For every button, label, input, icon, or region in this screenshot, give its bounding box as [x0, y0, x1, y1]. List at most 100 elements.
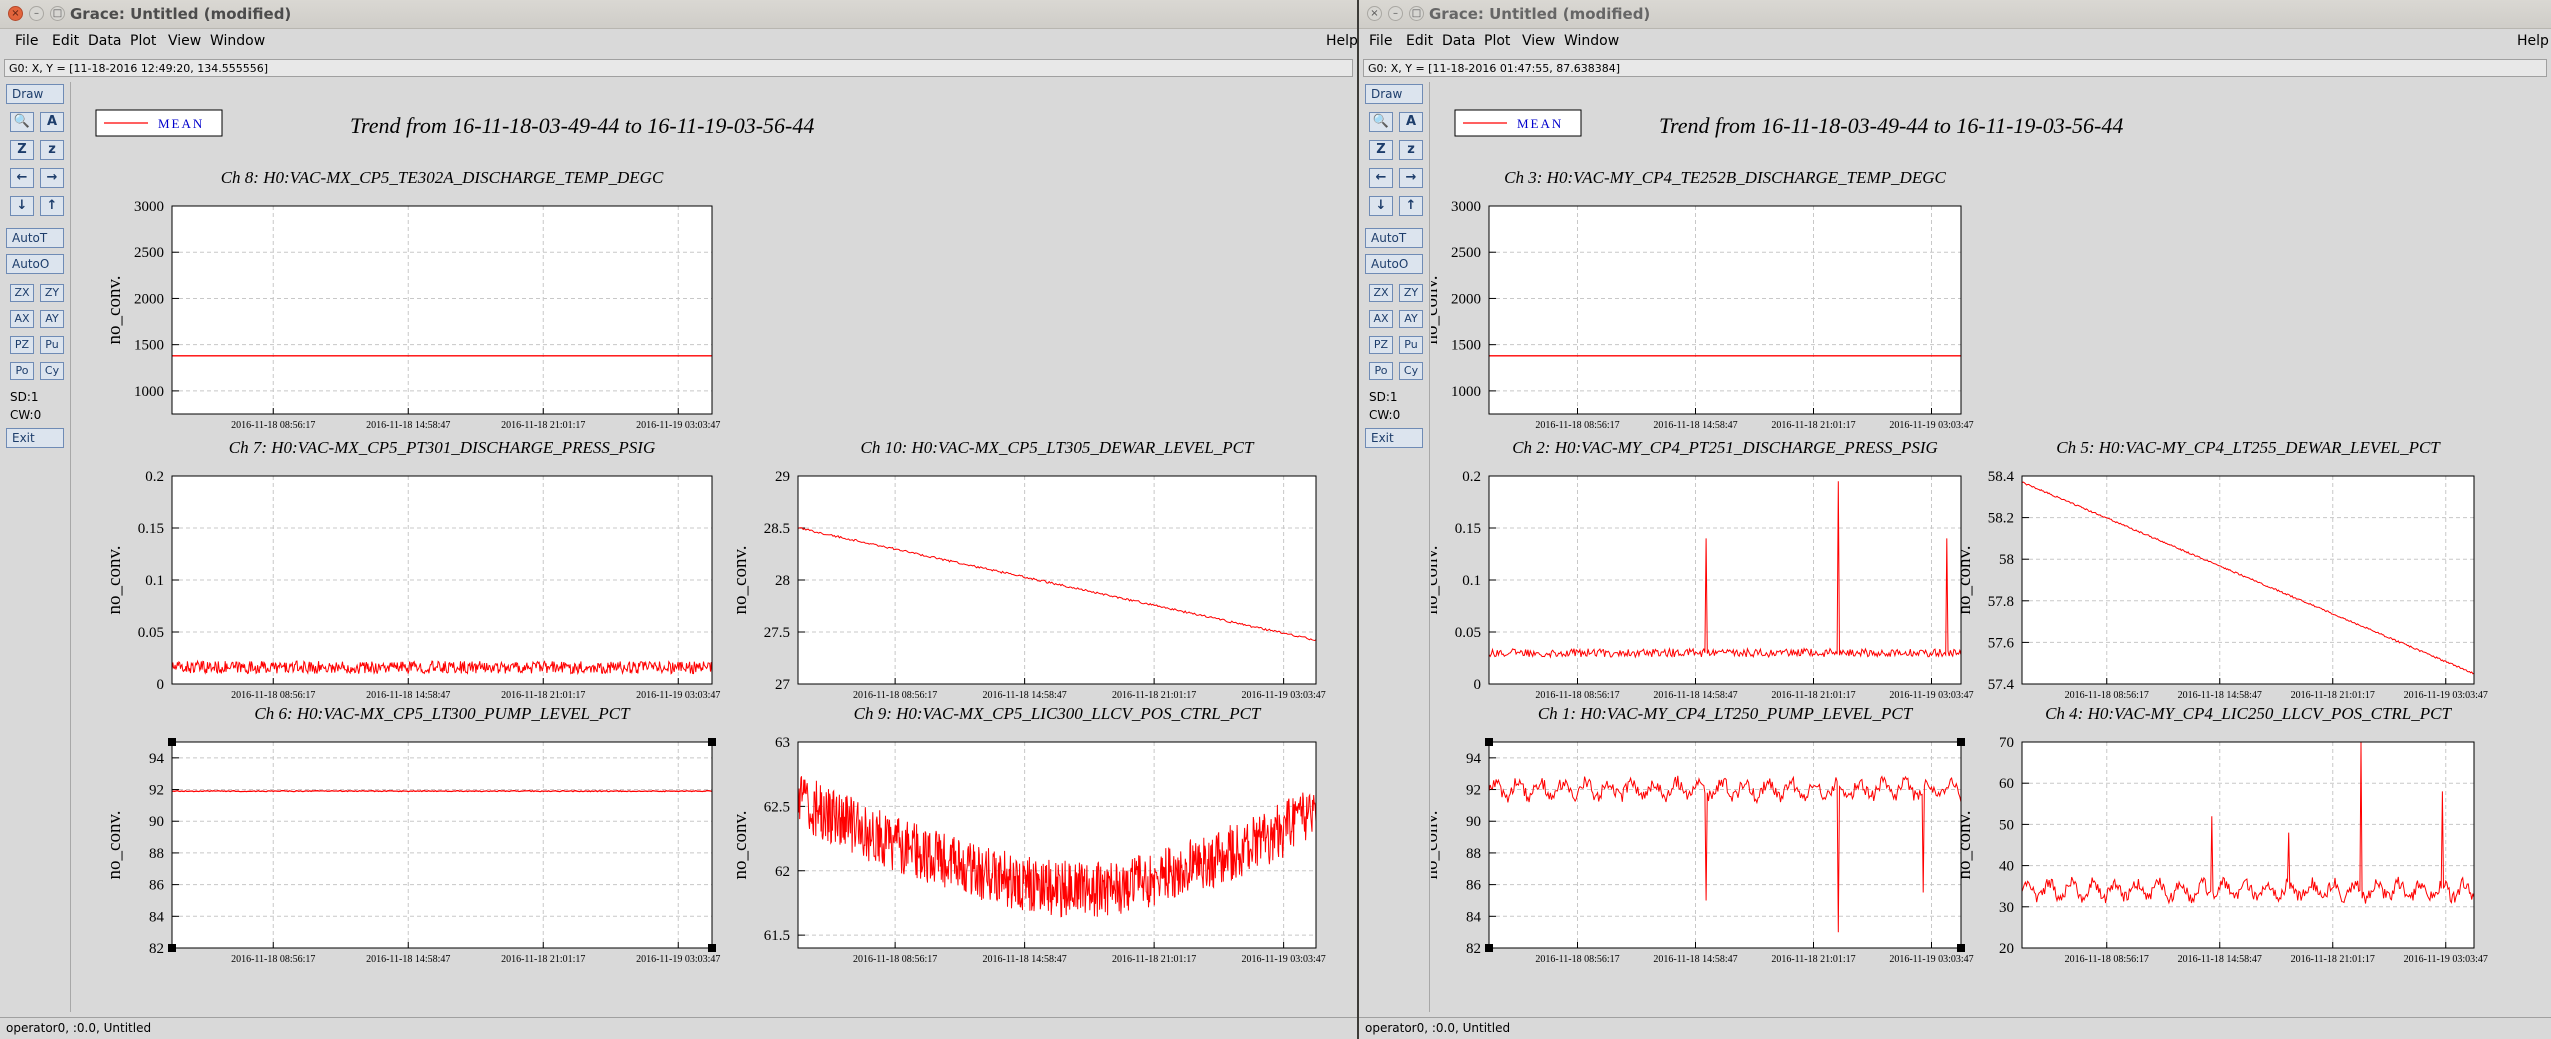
legend: MEAN	[95, 109, 223, 137]
chart-title: Ch 8: H0:VAC-MX_CP5_TE302A_DISCHARGE_TEM…	[221, 168, 664, 187]
x-tick-label: 2016-11-19 03:03:47	[636, 954, 720, 965]
draw-button[interactable]: Draw	[1365, 84, 1423, 104]
y-tick-label: 27.5	[764, 625, 790, 641]
ay-button[interactable]: AY	[1399, 310, 1423, 328]
cy-button[interactable]: Cy	[1399, 362, 1423, 380]
cy-button[interactable]: Cy	[40, 362, 64, 380]
scroll-up-icon[interactable]: ↑	[40, 196, 64, 216]
zx-button[interactable]: ZX	[10, 284, 34, 302]
exit-button[interactable]: Exit	[1365, 428, 1423, 448]
scroll-down-icon[interactable]: ↓	[10, 196, 34, 216]
y-tick-label: 2500	[134, 245, 164, 261]
chart-title: Ch 3: H0:VAC-MY_CP4_TE252B_DISCHARGE_TEM…	[1504, 168, 1946, 187]
x-tick-label: 2016-11-18 08:56:17	[1535, 690, 1619, 701]
maximize-icon[interactable]: □	[1409, 6, 1424, 21]
y-tick-label: 29	[775, 469, 790, 485]
zy-button[interactable]: ZY	[40, 284, 64, 302]
title-bar[interactable]: × – □ Grace: Untitled (modified)	[0, 0, 1357, 29]
po-button[interactable]: Po	[10, 362, 34, 380]
y-axis-label: no_conv.	[1431, 546, 1442, 615]
minimize-icon[interactable]: –	[1388, 6, 1403, 21]
scroll-left-icon[interactable]: ←	[10, 168, 34, 188]
graph-canvas[interactable]: MEAN Trend from 16-11-18-03-49-44 to 16-1…	[1421, 82, 2551, 1012]
zoom-in-icon[interactable]: Z	[1369, 140, 1393, 160]
pu-button[interactable]: Pu	[40, 336, 64, 354]
selection-handle	[1957, 944, 1965, 952]
menu-window[interactable]: Window	[210, 33, 265, 49]
y-tick-label: 58.2	[1988, 511, 2014, 527]
ay-button[interactable]: AY	[40, 310, 64, 328]
x-tick-label: 2016-11-18 14:58:47	[2178, 954, 2262, 965]
zy-button[interactable]: ZY	[1399, 284, 1423, 302]
scroll-right-icon[interactable]: →	[1399, 168, 1423, 188]
autoscale-icon[interactable]: A	[40, 112, 64, 132]
ax-button[interactable]: AX	[1369, 310, 1393, 328]
draw-button[interactable]: Draw	[6, 84, 64, 104]
x-tick-label: 2016-11-19 03:03:47	[2404, 690, 2488, 701]
autoorder-button[interactable]: AutoO	[1365, 254, 1423, 274]
menu-data[interactable]: Data	[88, 33, 121, 49]
po-button[interactable]: Po	[1369, 362, 1393, 380]
y-tick-label: 0.2	[1462, 469, 1481, 485]
pz-button[interactable]: PZ	[1369, 336, 1393, 354]
zoom-icon[interactable]: 🔍	[10, 112, 34, 132]
menu-file[interactable]: File	[1369, 33, 1392, 49]
zoom-icon[interactable]: 🔍	[1369, 112, 1393, 132]
chart-panel: Ch 8: H0:VAC-MX_CP5_TE302A_DISCHARGE_TEM…	[104, 168, 720, 431]
menu-data[interactable]: Data	[1442, 33, 1475, 49]
selection-handle	[708, 944, 716, 952]
scroll-right-icon[interactable]: →	[40, 168, 64, 188]
autotick-button[interactable]: AutoT	[6, 228, 64, 248]
menu-help[interactable]: Help	[2517, 33, 2549, 49]
selection-handle	[708, 738, 716, 746]
scroll-up-icon[interactable]: ↑	[1399, 196, 1423, 216]
close-icon[interactable]: ×	[1367, 6, 1382, 21]
close-icon[interactable]: ×	[8, 6, 23, 21]
title-bar[interactable]: × – □ Grace: Untitled (modified)	[1359, 0, 2551, 29]
y-tick-label: 82	[149, 941, 164, 957]
autotick-button[interactable]: AutoT	[1365, 228, 1423, 248]
bottom-status: operator0, :0.0, Untitled	[0, 1017, 1357, 1039]
zx-button[interactable]: ZX	[1369, 284, 1393, 302]
x-tick-label: 2016-11-18 14:58:47	[982, 690, 1066, 701]
pu-button[interactable]: Pu	[1399, 336, 1423, 354]
plot-area[interactable]: MEAN Trend from 16-11-18-03-49-44 to 16-1…	[1421, 82, 2551, 1012]
menu-plot[interactable]: Plot	[1484, 33, 1510, 49]
x-tick-label: 2016-11-18 14:58:47	[1653, 420, 1737, 431]
zoom-out-icon[interactable]: z	[40, 140, 64, 160]
y-tick-label: 0.1	[1462, 573, 1481, 589]
y-axis-label: no_conv.	[104, 546, 125, 615]
graph-canvas[interactable]: MEAN Trend from 16-11-18-03-49-44 to 16-1…	[72, 82, 1357, 1012]
maximize-icon[interactable]: □	[50, 6, 65, 21]
menu-view[interactable]: View	[1522, 33, 1555, 49]
y-tick-label: 0.15	[138, 521, 164, 537]
zoom-out-icon[interactable]: z	[1399, 140, 1423, 160]
menu-help[interactable]: Help	[1326, 33, 1357, 49]
chart-title: Ch 2: H0:VAC-MY_CP4_PT251_DISCHARGE_PRES…	[1512, 438, 1938, 457]
menu-window[interactable]: Window	[1564, 33, 1619, 49]
chart-panel: Ch 10: H0:VAC-MX_CP5_LT305_DEWAR_LEVEL_P…	[730, 438, 1326, 701]
grace-window-right: × – □ Grace: Untitled (modified) File Ed…	[1359, 0, 2551, 1039]
zoom-in-icon[interactable]: Z	[10, 140, 34, 160]
minimize-icon[interactable]: –	[29, 6, 44, 21]
menu-file[interactable]: File	[15, 33, 38, 49]
y-tick-label: 94	[1466, 751, 1482, 767]
y-tick-label: 0.1	[145, 573, 164, 589]
menu-view[interactable]: View	[168, 33, 201, 49]
menu-edit[interactable]: Edit	[52, 33, 79, 49]
x-tick-label: 2016-11-18 21:01:17	[2291, 690, 2375, 701]
autoorder-button[interactable]: AutoO	[6, 254, 64, 274]
x-tick-label: 2016-11-19 03:03:47	[636, 420, 720, 431]
x-tick-label: 2016-11-18 21:01:17	[2291, 954, 2375, 965]
menu-edit[interactable]: Edit	[1406, 33, 1433, 49]
menu-plot[interactable]: Plot	[130, 33, 156, 49]
autoscale-icon[interactable]: A	[1399, 112, 1423, 132]
scroll-left-icon[interactable]: ←	[1369, 168, 1393, 188]
plot-area[interactable]: MEAN Trend from 16-11-18-03-49-44 to 16-1…	[72, 82, 1357, 1012]
trend-heading: Trend from 16-11-18-03-49-44 to 16-11-19…	[350, 113, 814, 138]
ax-button[interactable]: AX	[10, 310, 34, 328]
scroll-down-icon[interactable]: ↓	[1369, 196, 1393, 216]
pz-button[interactable]: PZ	[10, 336, 34, 354]
y-tick-label: 58.4	[1988, 469, 2015, 485]
exit-button[interactable]: Exit	[6, 428, 64, 448]
